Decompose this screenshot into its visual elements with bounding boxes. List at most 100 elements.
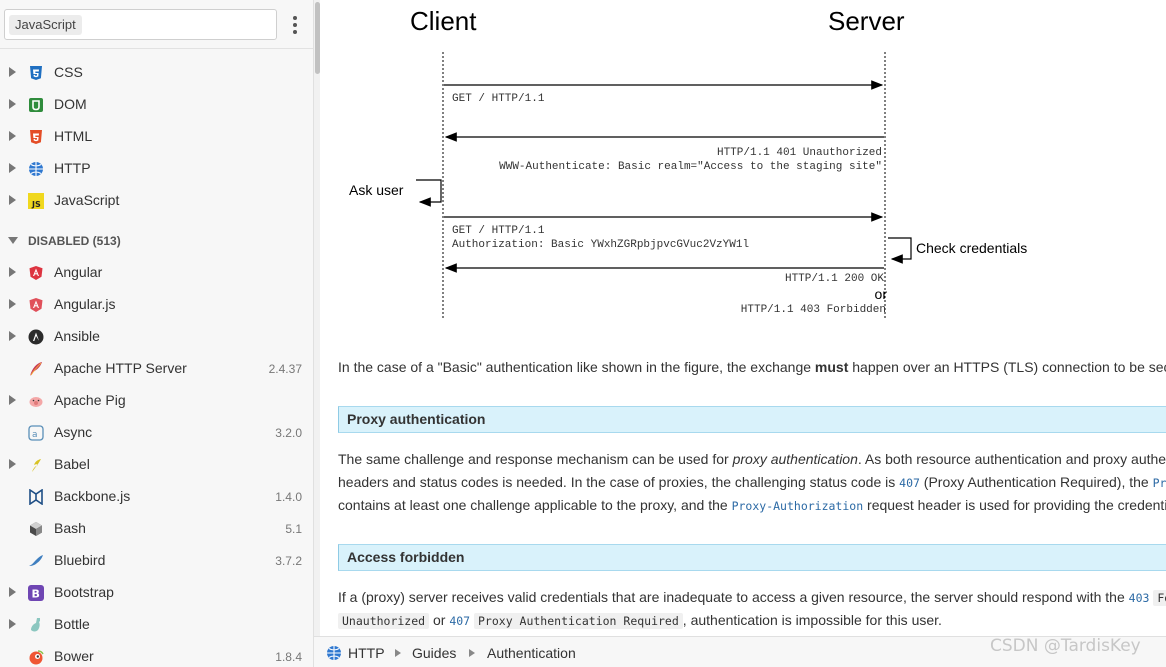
response-2-forbidden: HTTP/1.1 403 Forbidden bbox=[741, 304, 886, 316]
section-heading-access-forbidden[interactable]: Access forbidden bbox=[338, 544, 1166, 571]
sidebar-item-css[interactable]: CSS bbox=[0, 57, 313, 89]
paragraph-forbidden-line2: Unauthorized or 407 Proxy Authentication… bbox=[338, 609, 942, 633]
expand-caret-icon[interactable] bbox=[9, 587, 16, 597]
sidebar-item-label: Async bbox=[54, 424, 93, 440]
expand-caret-icon[interactable] bbox=[9, 331, 16, 341]
disabled-section-header[interactable]: DISABLED (513) bbox=[0, 225, 313, 257]
expand-caret-icon[interactable] bbox=[9, 67, 16, 77]
paragraph-forbidden-line1: If a (proxy) server receives valid crede… bbox=[338, 586, 1166, 610]
svg-text:a: a bbox=[32, 430, 38, 440]
bluebird-icon bbox=[29, 555, 43, 566]
expand-caret-icon[interactable] bbox=[9, 131, 16, 141]
sidebar-item-label: Ansible bbox=[54, 328, 100, 344]
expand-caret-icon[interactable] bbox=[9, 619, 16, 629]
sidebar-item-apache-http-server[interactable]: Apache HTTP Server 2.4.37 bbox=[0, 353, 313, 385]
sidebar-item-apache-pig[interactable]: Apache Pig bbox=[0, 385, 313, 417]
version-label: 1.4.0 bbox=[275, 490, 302, 504]
sidebar-item-bower[interactable]: Bower 1.8.4 bbox=[0, 641, 313, 667]
text: request header is used for providing the… bbox=[867, 497, 1166, 513]
response-1-header: WWW-Authenticate: Basic realm="Access to… bbox=[499, 161, 882, 173]
http-icon bbox=[29, 162, 43, 176]
sidebar-item-bash[interactable]: Bash 5.1 bbox=[0, 513, 313, 545]
request-2-line: GET / HTTP/1.1 bbox=[452, 225, 545, 237]
text: (Proxy Authentication Required), the bbox=[919, 474, 1153, 490]
bottle-icon bbox=[31, 618, 40, 632]
section-heading-proxy-auth[interactable]: Proxy authentication bbox=[338, 406, 1166, 433]
expand-caret-icon[interactable] bbox=[9, 395, 16, 405]
sidebar-item-http[interactable]: HTTP bbox=[0, 153, 313, 185]
breadcrumb-http[interactable]: HTTP bbox=[348, 645, 385, 661]
paragraph-proxy-line3: contains at least one challenge applicab… bbox=[338, 494, 1166, 518]
link-403[interactable]: 403 bbox=[1129, 591, 1150, 605]
text: headers and status codes is needed. In t… bbox=[338, 474, 900, 490]
check-credentials-loop bbox=[888, 237, 912, 264]
expand-caret-icon[interactable] bbox=[9, 459, 16, 469]
sidebar-item-angular[interactable]: Angular bbox=[0, 257, 313, 289]
version-label: 1.8.4 bbox=[275, 650, 302, 664]
response-2-ok: HTTP/1.1 200 OK bbox=[785, 273, 884, 285]
sidebar-item-javascript[interactable]: JS JavaScript bbox=[0, 185, 313, 217]
sidebar-item-label: Bower bbox=[54, 648, 94, 664]
backbone-icon bbox=[29, 489, 43, 505]
auth-sequence-diagram: Client Server GET / HTTP/1.1 HTTP/1.1 40… bbox=[349, 6, 1027, 318]
sidebar-item-label: Babel bbox=[54, 456, 90, 472]
sidebar-item-html[interactable]: HTML bbox=[0, 121, 313, 153]
sidebar-item-label: JavaScript bbox=[54, 192, 120, 208]
search-scope-tag[interactable]: JavaScript bbox=[9, 15, 82, 35]
search-input[interactable]: JavaScript bbox=[4, 9, 277, 40]
angular-icon bbox=[29, 266, 43, 280]
sidebar-item-angularjs[interactable]: Angular.js bbox=[0, 289, 313, 321]
sidebar-item-label: Bluebird bbox=[54, 552, 106, 568]
sidebar-item-dom[interactable]: DOM bbox=[0, 89, 313, 121]
pig-icon bbox=[29, 397, 43, 407]
apache-feather-icon bbox=[30, 362, 42, 376]
paragraph-proxy-line1: The same challenge and response mechanis… bbox=[338, 448, 1166, 471]
css-icon bbox=[30, 66, 42, 80]
or-label: or bbox=[875, 286, 888, 302]
expand-caret-icon[interactable] bbox=[9, 163, 16, 173]
more-vertical-icon[interactable] bbox=[286, 14, 304, 36]
breadcrumb-authentication[interactable]: Authentication bbox=[487, 645, 576, 661]
collapse-caret-icon[interactable] bbox=[8, 237, 18, 244]
link-proxy-authorization[interactable]: Proxy-Authorization bbox=[732, 499, 864, 513]
html-icon bbox=[30, 130, 42, 144]
sidebar-item-label: Bash bbox=[54, 520, 86, 536]
text: If a (proxy) server receives valid crede… bbox=[338, 589, 1129, 605]
text: or bbox=[429, 612, 450, 628]
check-credentials-label: Check credentials bbox=[916, 240, 1027, 256]
code-unauthorized: Unauthorized bbox=[338, 613, 430, 629]
breadcrumb-separator-icon bbox=[395, 649, 401, 657]
sidebar: JavaScript CSS DOM HTML HTTP JS JavaScri… bbox=[0, 0, 314, 667]
ansible-icon bbox=[28, 329, 44, 345]
link-proxy-authenticate[interactable]: Proxy-Authenticate bbox=[1153, 476, 1166, 490]
sidebar-item-ansible[interactable]: Ansible bbox=[0, 321, 313, 353]
sidebar-item-bootstrap[interactable]: B Bootstrap bbox=[0, 577, 313, 609]
async-icon: a bbox=[28, 425, 44, 441]
sidebar-item-label: Angular bbox=[54, 264, 103, 280]
sidebar-item-label: Angular.js bbox=[54, 296, 116, 312]
http-icon bbox=[327, 646, 341, 660]
bower-icon bbox=[29, 650, 44, 665]
breadcrumb-guides[interactable]: Guides bbox=[412, 645, 456, 661]
expand-caret-icon[interactable] bbox=[9, 99, 16, 109]
link-407[interactable]: 407 bbox=[449, 614, 470, 628]
version-label: 5.1 bbox=[285, 522, 302, 536]
request-1-text: GET / HTTP/1.1 bbox=[452, 93, 545, 105]
expand-caret-icon[interactable] bbox=[9, 267, 16, 277]
babel-icon bbox=[32, 459, 41, 472]
sidebar-item-bluebird[interactable]: Bluebird 3.7.2 bbox=[0, 545, 313, 577]
sidebar-item-async[interactable]: a Async 3.2.0 bbox=[0, 417, 313, 449]
sidebar-item-babel[interactable]: Babel bbox=[0, 449, 313, 481]
paragraph-https-note: In the case of a "Basic" authentication … bbox=[338, 356, 1166, 379]
expand-caret-icon[interactable] bbox=[9, 195, 16, 205]
sidebar-item-label: Backbone.js bbox=[54, 488, 131, 504]
expand-caret-icon[interactable] bbox=[9, 299, 16, 309]
link-407[interactable]: 407 bbox=[899, 476, 920, 490]
sidebar-item-bottle[interactable]: Bottle bbox=[0, 609, 313, 641]
text: . As both resource authentication and pr… bbox=[857, 451, 1166, 467]
text: contains at least one challenge applicab… bbox=[338, 497, 732, 513]
sidebar-item-backbonejs[interactable]: Backbone.js 1.4.0 bbox=[0, 481, 313, 513]
dom-icon bbox=[29, 98, 43, 112]
sidebar-item-label: HTTP bbox=[54, 160, 91, 176]
text: The same challenge and response mechanis… bbox=[338, 451, 733, 467]
